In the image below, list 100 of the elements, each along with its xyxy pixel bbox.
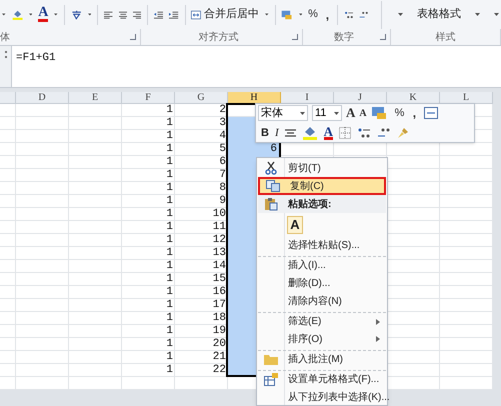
dialog-launcher-icon[interactable] bbox=[292, 34, 298, 40]
table-cell-text: 14 bbox=[212, 260, 227, 273]
table-cell-text: 7 bbox=[218, 169, 227, 182]
dropdown-arrow-icon bbox=[300, 112, 305, 114]
align-left-icon[interactable] bbox=[104, 10, 113, 20]
comma-button[interactable]: , bbox=[324, 6, 331, 24]
dropdown-arrow-icon[interactable] bbox=[265, 13, 269, 16]
table-cell-text: 1 bbox=[165, 208, 174, 221]
table-cell-text: 1 bbox=[165, 325, 174, 338]
table-cell-text: 1 bbox=[165, 156, 174, 169]
menu-item[interactable]: 剪切(T) bbox=[258, 159, 386, 177]
table-cell-text: 15 bbox=[212, 273, 227, 286]
formula-field[interactable]: =F1+G1 bbox=[12, 46, 56, 87]
table-format-button[interactable]: 表格格式 bbox=[417, 6, 462, 23]
table-cell-text: 1 bbox=[165, 286, 174, 299]
column-header[interactable]: H bbox=[228, 92, 281, 104]
menu-item[interactable]: 筛选(E) bbox=[258, 312, 386, 330]
merge-center-button[interactable]: 合并后居中 bbox=[204, 6, 260, 23]
menu-item[interactable]: 删除(D)... bbox=[258, 274, 386, 292]
table-cell-text: 1 bbox=[165, 247, 174, 260]
brush-icon[interactable] bbox=[397, 127, 410, 139]
merge-cells-icon[interactable] bbox=[191, 8, 202, 21]
menu-item[interactable]: 插入(I)... bbox=[258, 256, 386, 274]
increase-decimal-icon[interactable] bbox=[357, 127, 372, 139]
table-cell-text: 17 bbox=[212, 299, 227, 312]
dropdown-arrow-icon[interactable] bbox=[54, 13, 58, 16]
submenu-arrow-icon bbox=[376, 318, 380, 324]
table-cell-text: 1 bbox=[165, 130, 174, 143]
table-cell-text: 13 bbox=[212, 247, 227, 260]
dropdown-arrow-icon[interactable] bbox=[88, 13, 92, 16]
decrease-indent-icon[interactable] bbox=[154, 10, 164, 20]
column-header[interactable]: D bbox=[16, 92, 69, 104]
table-cell-text: 19 bbox=[212, 325, 227, 338]
dropdown-arrow-icon[interactable] bbox=[28, 13, 32, 16]
dropdown-arrow-icon[interactable] bbox=[398, 13, 404, 16]
align-center-icon[interactable] bbox=[118, 10, 128, 20]
paste-option-button[interactable]: A bbox=[287, 216, 303, 234]
menu-item[interactable]: 排序(O) bbox=[258, 330, 386, 348]
table-cell-text: 11 bbox=[212, 221, 227, 234]
table-cell-text: 5 bbox=[218, 143, 227, 156]
comma-button[interactable]: , bbox=[408, 104, 420, 122]
menu-item[interactable]: 设置单元格格式(F)... bbox=[258, 370, 386, 388]
column-header[interactable]: G bbox=[175, 92, 228, 104]
align-center-icon[interactable] bbox=[284, 128, 296, 138]
table-cell-text: 9 bbox=[218, 195, 227, 208]
grow-font-button[interactable]: A bbox=[346, 103, 356, 123]
table-cell-text: 1 bbox=[165, 221, 174, 234]
increase-indent-icon[interactable] bbox=[169, 10, 178, 20]
percent-button[interactable]: % bbox=[394, 104, 404, 122]
expand-handle-icon[interactable] bbox=[4, 51, 6, 58]
column-header[interactable]: J bbox=[334, 92, 387, 104]
shrink-font-button[interactable]: A bbox=[359, 106, 367, 120]
table-cell-text: 3 bbox=[218, 117, 227, 130]
dropdown-arrow-icon[interactable] bbox=[298, 13, 302, 16]
table-cell-text: 10 bbox=[212, 208, 227, 221]
decrease-decimal-icon[interactable] bbox=[377, 127, 392, 139]
font-size-dropdown[interactable]: 11 bbox=[312, 105, 342, 121]
submenu-arrow-icon bbox=[376, 336, 380, 342]
column-header[interactable]: E bbox=[69, 92, 122, 104]
bold-button[interactable]: B bbox=[261, 124, 269, 142]
dialog-launcher-icon[interactable] bbox=[130, 34, 136, 40]
dropdown-arrow-icon[interactable] bbox=[494, 13, 500, 16]
dialog-launcher-icon[interactable] bbox=[380, 34, 386, 40]
table-cell-text: 1 bbox=[165, 260, 174, 273]
column-header[interactable]: K bbox=[387, 92, 440, 104]
column-header[interactable]: L bbox=[440, 92, 493, 104]
clipboard-icon bbox=[264, 197, 278, 211]
font-name-dropdown[interactable]: 宋体 bbox=[258, 105, 308, 121]
dropdown-arrow-icon[interactable] bbox=[475, 13, 480, 16]
column-header[interactable]: I bbox=[281, 92, 334, 104]
format-cells-icon bbox=[264, 373, 278, 386]
table-cell-text: 6 bbox=[218, 156, 227, 169]
column-header[interactable]: F bbox=[122, 92, 175, 104]
table-cell-text: 21 bbox=[212, 351, 227, 364]
menu-item[interactable]: 插入批注(M) bbox=[258, 350, 386, 368]
font-color-button[interactable]: A bbox=[38, 7, 48, 22]
table-cell-text: 12 bbox=[212, 234, 227, 247]
dropdown-arrow-icon[interactable] bbox=[2, 13, 6, 16]
percent-button[interactable]: % bbox=[308, 6, 318, 23]
font-color-button[interactable]: A bbox=[324, 126, 334, 140]
align-right-icon[interactable] bbox=[133, 10, 142, 20]
cell-style-icon[interactable] bbox=[424, 107, 438, 119]
italic-button[interactable]: I bbox=[274, 124, 279, 142]
menu-item[interactable]: 复制(C) bbox=[258, 177, 386, 195]
menu-section-header: 粘贴选项: bbox=[258, 195, 386, 213]
borders-icon[interactable] bbox=[339, 127, 352, 139]
table-cell-text: 22 bbox=[212, 364, 227, 377]
table-cell-text: 2 bbox=[218, 104, 227, 117]
menu-item[interactable]: 选择性粘贴(S)... bbox=[258, 236, 386, 254]
table-cell-text: 1 bbox=[165, 143, 174, 156]
fill-color-icon[interactable] bbox=[302, 126, 318, 140]
table-cell-text: 1 bbox=[165, 182, 174, 195]
scissors-icon bbox=[265, 161, 277, 175]
dropdown-arrow-icon bbox=[334, 112, 339, 114]
table-cell-text: 1 bbox=[165, 312, 174, 325]
group-label: 体 bbox=[0, 30, 10, 45]
number-format-icon[interactable] bbox=[370, 106, 387, 120]
menu-item[interactable]: 清除内容(N) bbox=[258, 292, 386, 310]
table-cell: 6 bbox=[228, 143, 281, 156]
group-label: 样式 bbox=[436, 30, 456, 45]
